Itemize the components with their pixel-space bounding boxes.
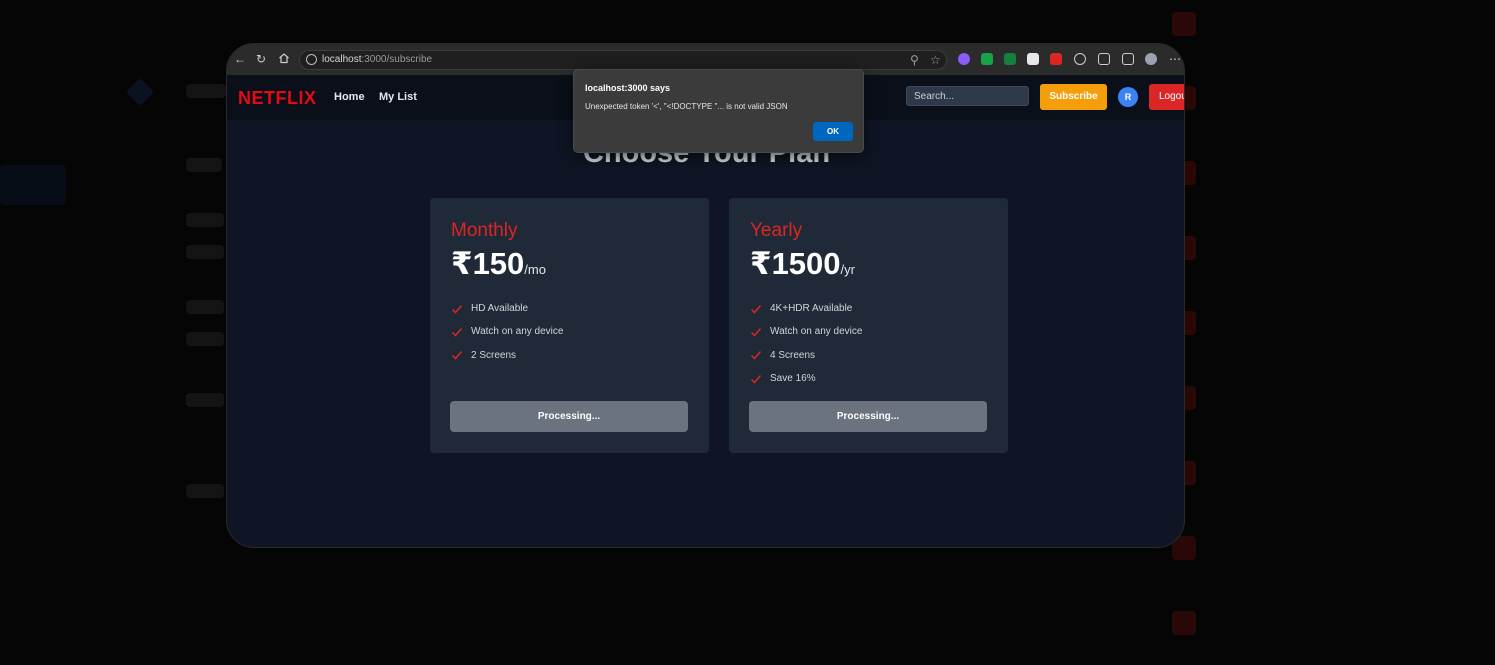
background-file-item — [1172, 455, 1472, 499]
background-text — [186, 484, 224, 498]
back-icon[interactable]: ← — [233, 52, 247, 66]
feature-list: 4K+HDR Available Watch on any device 4 S… — [750, 297, 862, 390]
url-text: localhost:3000/subscribe — [322, 54, 433, 65]
plan-price: ₹1500/yr — [750, 246, 855, 282]
background-file-item — [1172, 530, 1472, 574]
background-text — [186, 84, 226, 98]
plan-card-monthly: Monthly ₹150/mo HD Available Watch on an… — [430, 198, 709, 453]
background-gem-icon — [125, 77, 155, 107]
feature-item: 4K+HDR Available — [750, 297, 862, 320]
favorites-icon[interactable] — [1098, 53, 1110, 65]
extension-icon[interactable] — [1004, 53, 1016, 65]
background-text — [186, 245, 224, 259]
plan-period: /mo — [524, 262, 546, 277]
star-icon[interactable]: ☆ — [930, 53, 941, 67]
alert-ok-button[interactable]: OK — [813, 122, 853, 141]
check-icon — [750, 374, 762, 384]
extension-icon[interactable] — [958, 53, 970, 65]
plan-amount: ₹150 — [451, 246, 525, 281]
extension-icon[interactable] — [1050, 53, 1062, 65]
alert-message: Unexpected token '<', "<!DOCTYPE "... is… — [585, 102, 788, 111]
check-icon — [451, 327, 463, 337]
check-icon — [451, 351, 463, 360]
feature-list: HD Available Watch on any device 2 Scree… — [451, 297, 563, 367]
extension-icon[interactable] — [1027, 53, 1039, 65]
check-icon — [750, 304, 762, 314]
site-info-icon[interactable] — [306, 54, 317, 65]
background-text — [186, 158, 222, 172]
background-text — [186, 213, 224, 227]
plan-period: /yr — [840, 262, 855, 277]
nav-home-link[interactable]: Home — [334, 91, 365, 103]
check-icon — [750, 327, 762, 337]
background-file-item — [1172, 155, 1472, 199]
subscribe-button[interactable]: Subscribe — [1040, 84, 1107, 110]
background-text — [186, 332, 224, 346]
feature-item: Watch on any device — [451, 320, 563, 343]
plan-amount: ₹1500 — [750, 246, 841, 281]
background-text — [186, 300, 224, 314]
background-text — [186, 393, 224, 407]
alert-dialog: localhost:3000 says Unexpected token '<'… — [573, 69, 864, 153]
background-file-item — [1172, 380, 1472, 424]
home-icon[interactable] — [277, 52, 291, 66]
background-file-item — [1172, 80, 1472, 124]
background-file-item — [1172, 230, 1472, 274]
background-file-item — [1172, 305, 1472, 349]
plan-card-yearly: Yearly ₹1500/yr 4K+HDR Available Watch o… — [729, 198, 1008, 453]
nav-my-list-link[interactable]: My List — [379, 91, 417, 103]
user-avatar[interactable]: R — [1118, 87, 1138, 107]
search-input[interactable] — [906, 86, 1029, 106]
alert-title: localhost:3000 says — [585, 83, 671, 93]
feature-item: HD Available — [451, 297, 563, 320]
check-icon — [750, 351, 762, 360]
feature-item: 2 Screens — [451, 344, 563, 367]
processing-button[interactable]: Processing... — [749, 401, 987, 432]
plan-name: Monthly — [451, 220, 518, 241]
feature-item: Save 16% — [750, 367, 862, 390]
address-bar[interactable]: localhost:3000/subscribe ⚲ ☆ — [299, 50, 947, 70]
feature-item: Watch on any device — [750, 320, 862, 343]
profile-icon[interactable] — [1145, 53, 1157, 65]
netflix-logo[interactable]: NETFLIX — [238, 88, 317, 109]
background-file-item — [1172, 6, 1472, 50]
plan-price: ₹150/mo — [451, 246, 546, 282]
feature-item: 4 Screens — [750, 344, 862, 367]
key-icon[interactable]: ⚲ — [910, 53, 919, 67]
reload-icon[interactable]: ↻ — [254, 52, 268, 66]
background-selected-item — [0, 165, 66, 205]
extension-puzzle-icon[interactable] — [1074, 53, 1086, 65]
extension-shield-icon[interactable] — [981, 53, 993, 65]
plan-name: Yearly — [750, 220, 803, 241]
logout-button[interactable]: Logou — [1149, 84, 1184, 110]
more-options-icon[interactable]: ⋯ — [1168, 52, 1182, 66]
background-file-item — [1172, 605, 1472, 649]
browser-essentials-icon[interactable] — [1122, 53, 1134, 65]
processing-button[interactable]: Processing... — [450, 401, 688, 432]
check-icon — [451, 304, 463, 314]
